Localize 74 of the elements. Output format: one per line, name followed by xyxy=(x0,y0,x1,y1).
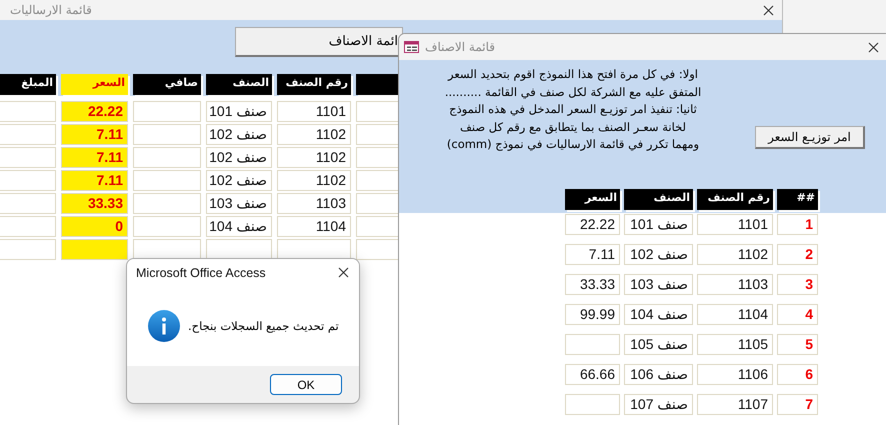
table-cell: 33.33 xyxy=(565,274,620,295)
table-cell xyxy=(133,193,201,214)
table-cell: صنف 104 xyxy=(624,304,693,325)
table-cell: 3 xyxy=(777,274,818,295)
window-title: قائمة الارساليات xyxy=(10,3,92,17)
ok-button[interactable]: OK xyxy=(270,374,342,395)
table-cell: 7.11 xyxy=(61,124,128,145)
table-cell: 1102 xyxy=(277,147,351,168)
table-cell xyxy=(565,394,620,415)
table-cell: 1101 xyxy=(697,214,773,235)
table-cell: 5 xyxy=(777,334,818,355)
table-cell: 1103 xyxy=(697,274,773,295)
table-cell: 1 xyxy=(777,214,818,235)
table-cell: 1105 xyxy=(697,334,773,355)
distribute-price-button[interactable]: امر توزيـع السعر xyxy=(755,126,865,149)
table-cell: صنف 102 xyxy=(206,124,272,145)
table-cell: 1102 xyxy=(277,124,351,145)
table-cell: صنف 107 xyxy=(624,394,693,415)
table-cell: 99.99 xyxy=(565,304,620,325)
close-icon xyxy=(762,4,774,16)
table-cell: 7.11 xyxy=(61,170,128,191)
table-cell: 1101 xyxy=(277,101,351,122)
table-cell xyxy=(565,334,620,355)
table-cell xyxy=(133,147,201,168)
table-cell: صنف 102 xyxy=(206,170,272,191)
table-cell: 1102 xyxy=(697,244,773,265)
column-header: رقم الصنف xyxy=(277,74,351,95)
table-cell: صنف 101 xyxy=(624,214,693,235)
table-cell: صنف 105 xyxy=(624,334,693,355)
dialog-title: Microsoft Office Access xyxy=(136,266,266,280)
window-title: قائمة الاصناف xyxy=(425,40,496,54)
table-cell xyxy=(133,101,201,122)
column-header: ## xyxy=(777,189,818,210)
column-header: الصنف xyxy=(624,189,693,210)
table-cell: صنف 103 xyxy=(206,193,272,214)
table-cell: صنف 101 xyxy=(206,101,272,122)
table-cell: 22.22 xyxy=(565,214,620,235)
close-icon xyxy=(868,42,878,52)
column-header: السعر xyxy=(565,189,620,210)
dialog-message: تم تحديث جميع السجلات بنجاح. xyxy=(188,319,339,333)
form-icon xyxy=(404,41,419,53)
table-cell: 6 xyxy=(777,364,818,385)
column-header: السعر xyxy=(61,74,128,95)
table-cell: 1104 xyxy=(697,304,773,325)
table-cell: 7.11 xyxy=(565,244,620,265)
table-cell: صنف 102 xyxy=(206,147,272,168)
table-cell: 1106 xyxy=(697,364,773,385)
column-header: الصنف xyxy=(206,74,272,95)
table-cell: 0 xyxy=(61,216,128,237)
table-cell xyxy=(133,216,201,237)
table-cell: 1107 xyxy=(697,394,773,415)
instructions-text: اولا: في كل مرة افتح هذا النموذج اقوم بتحديد السعر المتفق عليه مع الشركة لكل صنف في القائمة .......... ثانيا: تنفيذ امر توزيـع السعر المدخل في هذه النموذج لخانة سعـر الصنف بما يتطابق مع رقم كل صنف ومهما تكرر في قائمة الارساليات في نموذج (comm) xyxy=(444,66,702,153)
table-cell: صنف 106 xyxy=(624,364,693,385)
table-cell: 1102 xyxy=(277,170,351,191)
table-cell: 1104 xyxy=(277,216,351,237)
form-button[interactable]: ائمة الاصناف xyxy=(235,27,403,57)
column-header: رقم الصنف xyxy=(697,189,773,210)
table-cell: 22.22 xyxy=(61,101,128,122)
column-header: صافي xyxy=(133,74,201,95)
table-cell: 7 xyxy=(777,394,818,415)
table-cell: 1103 xyxy=(277,193,351,214)
table-cell: صنف 104 xyxy=(206,216,272,237)
table-cell: 33.33 xyxy=(61,193,128,214)
table-cell xyxy=(133,170,201,191)
table-cell: صنف 103 xyxy=(624,274,693,295)
column-header: المبلغ xyxy=(0,74,56,95)
table-cell: 2 xyxy=(777,244,818,265)
table-cell: صنف 102 xyxy=(624,244,693,265)
info-icon xyxy=(148,310,180,342)
table-cell: 7.11 xyxy=(61,147,128,168)
table-cell: 66.66 xyxy=(565,364,620,385)
table-cell: 4 xyxy=(777,304,818,325)
close-icon xyxy=(338,267,348,278)
table-cell xyxy=(133,124,201,145)
